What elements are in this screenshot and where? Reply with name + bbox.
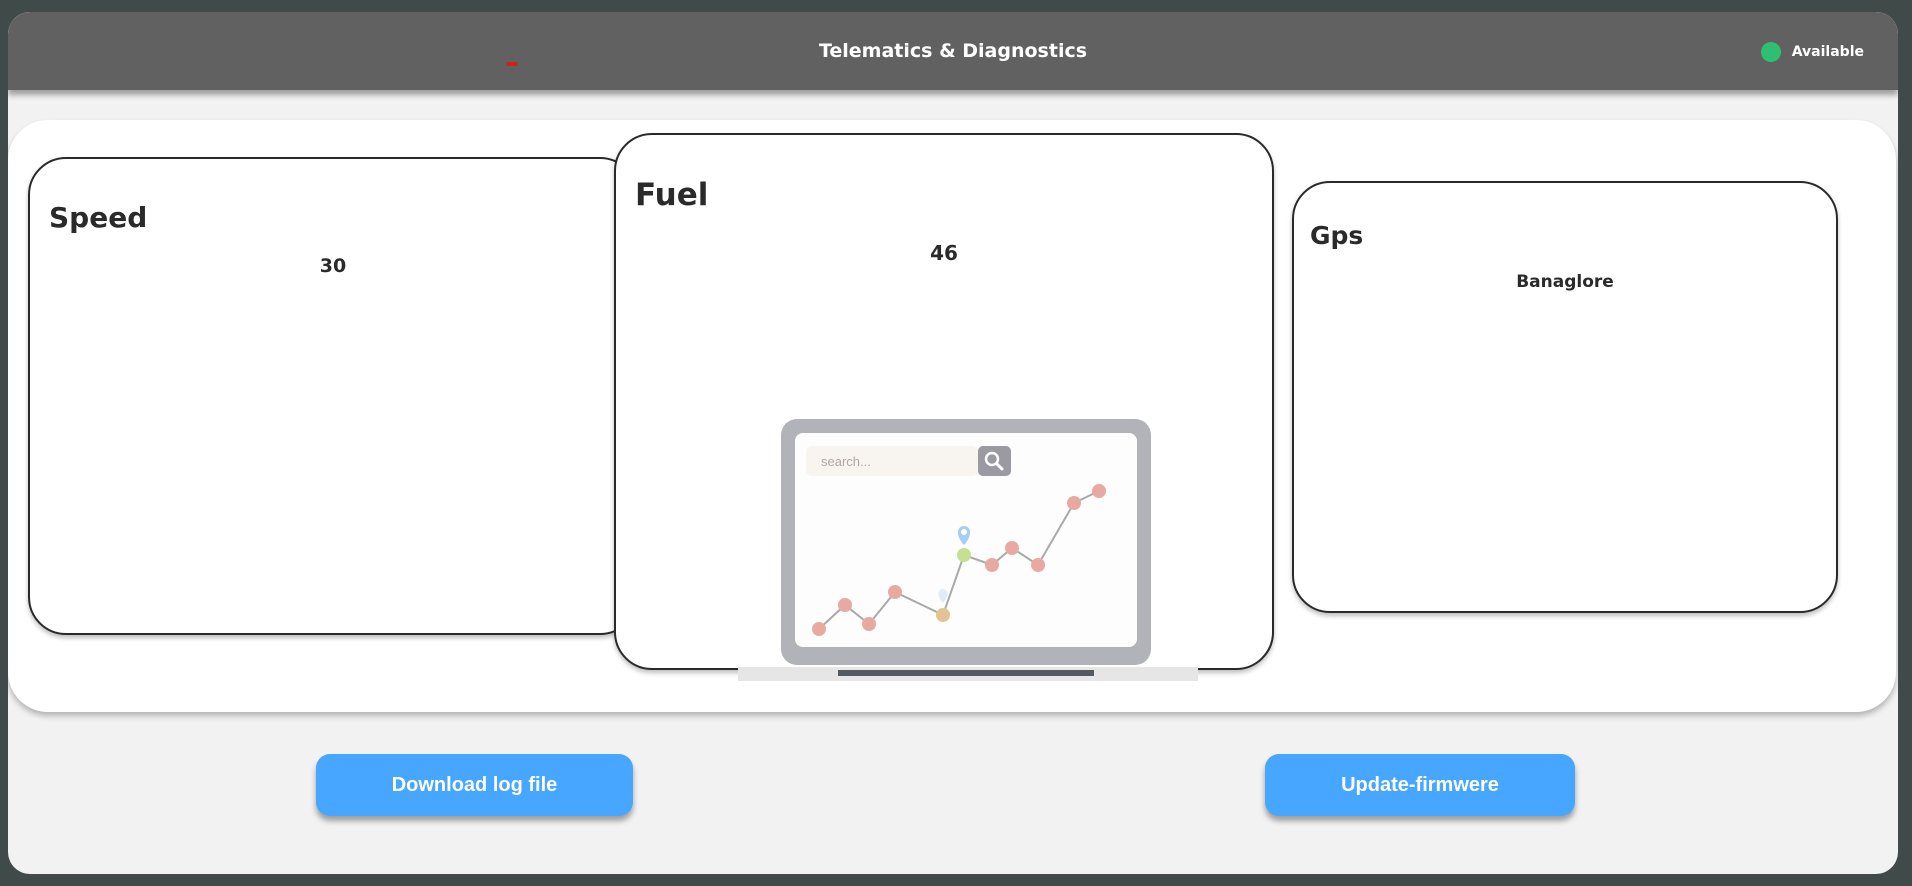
gps-value: Banaglore <box>1516 272 1614 292</box>
search-placeholder: search... <box>821 454 871 469</box>
status-indicator: Available <box>1760 42 1864 62</box>
status-label: Available <box>1791 44 1864 60</box>
speed-title: Speed <box>49 201 148 234</box>
fuel-title: Fuel <box>635 177 709 213</box>
speed-card: Speed 30 <box>28 157 638 635</box>
download-log-button[interactable]: Download log file <box>316 754 633 816</box>
gps-title: Gps <box>1310 221 1364 250</box>
gps-card: Gps Banaglore <box>1292 181 1838 613</box>
status-dot-icon <box>1760 42 1781 62</box>
update-firmware-button[interactable]: Update-firmwere <box>1265 754 1575 816</box>
speed-value: 30 <box>319 255 347 277</box>
search-icon <box>978 446 1011 476</box>
red-marker <box>506 62 518 66</box>
fuel-value: 46 <box>930 241 958 265</box>
app-header: Telematics & Diagnostics Available <box>8 12 1898 90</box>
laptop-icon: search... <box>738 419 1198 681</box>
page-title: Telematics & Diagnostics <box>818 40 1088 62</box>
